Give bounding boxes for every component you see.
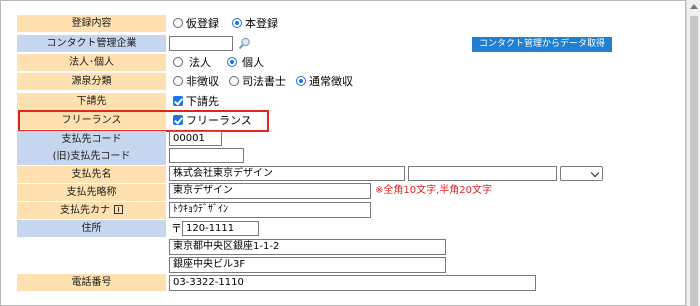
radio-provisional[interactable] <box>173 18 183 28</box>
subcontractor-checkbox-label: 下請先 <box>186 95 219 108</box>
payee-short-label: 支払先略称 <box>17 184 166 201</box>
magnifier-icon[interactable] <box>238 37 251 50</box>
contact-company-label: コンタクト管理企業 <box>17 35 166 52</box>
radio-corporate[interactable] <box>173 57 183 67</box>
radio-final[interactable] <box>232 18 242 28</box>
radio-judicial-scrivener[interactable] <box>229 76 239 86</box>
subcontractor-label: 下請先 <box>17 93 166 110</box>
radio-corporate-label: 法人 <box>189 56 211 69</box>
payee-code-label: 支払先コード <box>17 131 166 148</box>
contact-company-input[interactable] <box>169 36 233 51</box>
old-payee-code-label: (旧)支払先コード <box>17 148 166 165</box>
payee-name-label: 支払先名 <box>17 166 166 183</box>
scroll-up-arrow-icon[interactable] <box>690 4 698 9</box>
info-icon[interactable] <box>114 205 123 214</box>
payee-short-input[interactable]: 東京デザイン <box>169 183 371 199</box>
payee-kana-input[interactable]: ﾄｳｷｮｳﾃﾞｻﾞｲﾝ <box>169 202 371 218</box>
payee-name-secondary-input[interactable] <box>408 166 557 181</box>
radio-non-collection[interactable] <box>173 76 183 86</box>
address-line2-input[interactable]: 銀座中央ビル3F <box>169 257 446 273</box>
payee-name-select[interactable] <box>560 166 603 181</box>
radio-final-label: 本登録 <box>245 17 278 30</box>
scrollbar-thumb[interactable] <box>690 16 698 306</box>
entity-type-options: 法人 個人 <box>173 54 264 71</box>
old-payee-code-input[interactable] <box>169 148 244 163</box>
subcontractor-checkbox[interactable] <box>173 96 183 106</box>
phone-label: 電話番号 <box>17 274 166 291</box>
phone-input[interactable]: 03-3322-1110 <box>169 275 536 291</box>
payee-kana-label-text: 支払先カナ <box>60 205 110 216</box>
postal-code-input[interactable]: 120-1111 <box>182 221 259 236</box>
subcontractor-checkbox-row: 下請先 <box>173 93 219 110</box>
radio-provisional-label: 仮登録 <box>186 17 219 30</box>
radio-individual-label: 個人 <box>242 56 264 69</box>
payee-name-input[interactable]: 株式会社東京デザイン <box>169 166 405 181</box>
radio-non-collection-label: 非徴収 <box>186 75 219 88</box>
radio-normal-collection-label: 通常徴収 <box>309 75 353 88</box>
radio-normal-collection[interactable] <box>296 76 306 86</box>
payee-kana-label: 支払先カナ <box>17 202 166 219</box>
entity-type-label: 法人･個人 <box>17 54 166 71</box>
registration-label: 登録内容 <box>17 15 166 32</box>
chevron-down-icon <box>590 168 600 178</box>
radio-judicial-scrivener-label: 司法書士 <box>242 75 286 88</box>
fetch-contact-data-button[interactable]: コンタクト管理からデータ取得 <box>472 37 612 52</box>
payee-code-input[interactable]: 00001 <box>169 131 222 146</box>
postal-mark: 〒 <box>171 222 182 235</box>
form-panel: 登録内容 仮登録 本登録 コンタクト管理企業 コンタクト管理からデータ取得 法人… <box>0 0 686 306</box>
address-line1-input[interactable]: 東京都中央区銀座1-1-2 <box>169 239 446 255</box>
freelance-highlight-box <box>18 110 269 132</box>
withholding-options: 非徴収 司法書士 通常徴収 <box>173 73 353 90</box>
registration-options: 仮登録 本登録 <box>173 15 278 32</box>
payee-short-note: ※全角10文字,半角20文字 <box>375 185 493 196</box>
withholding-label: 源泉分類 <box>17 73 166 90</box>
address-label: 住所 <box>17 220 166 237</box>
vertical-scrollbar[interactable] <box>686 0 700 306</box>
radio-individual[interactable] <box>227 57 237 67</box>
